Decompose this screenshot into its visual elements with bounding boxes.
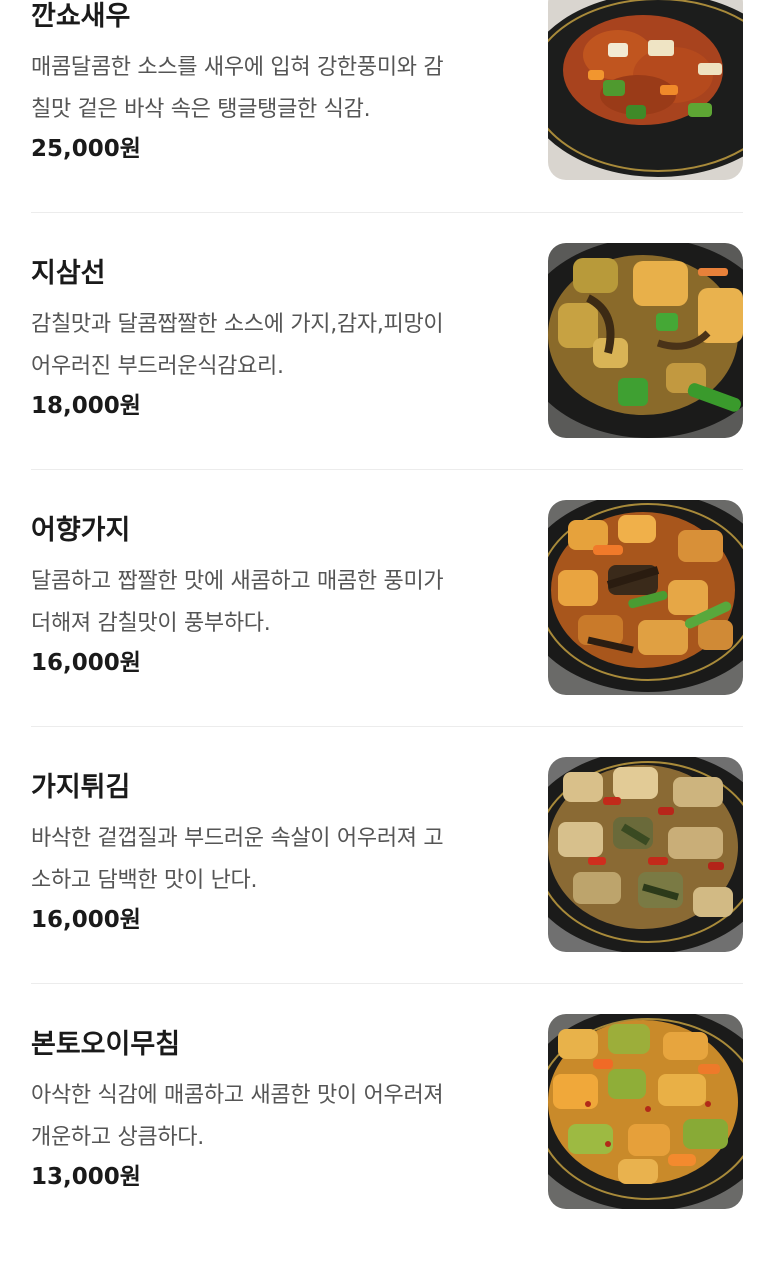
menu-item-price: 18,000원 (31, 393, 141, 419)
menu-item-description-line: 감칠맛과 달콤짭짤한 소스에 가지,감자,피망이 (31, 312, 444, 337)
menu-item-price: 25,000원 (31, 136, 141, 162)
menu-item-description: 바삭한 겉껍질과 부드러운 속살이 어우러져 고 소하고 담백한 맛이 난다. (31, 818, 526, 902)
divider (31, 469, 743, 470)
menu-item-eohyang-eggplant[interactable]: 어향가지 달콤하고 짭짤한 맛에 새콤하고 매콤한 풍미가 더해져 감칠맛이 풍… (0, 500, 773, 771)
menu-item-price: 16,000원 (31, 907, 141, 933)
menu-item-price: 16,000원 (31, 650, 141, 676)
menu-item-description: 아삭한 식감에 매콤하고 새콤한 맛이 어우러져 개운하고 상큼하다. (31, 1075, 526, 1159)
fried-eggplant-photo[interactable] (548, 757, 743, 952)
menu-item-description-line: 소하고 담백한 맛이 난다. (31, 868, 258, 893)
menu-item-description-line: 어우러진 부드러운식감요리. (31, 354, 284, 379)
menu-item-name: 어향가지 (31, 515, 131, 546)
menu-item-jisamseon[interactable]: 지삼선 감칠맛과 달콤짭짤한 소스에 가지,감자,피망이 어우러진 부드러운식감… (0, 243, 773, 514)
menu-item-description: 달콤하고 짭짤한 맛에 새콤하고 매콤한 풍미가 더해져 감칠맛이 풍부하다. (31, 561, 526, 645)
menu-item-price: 13,000원 (31, 1164, 141, 1190)
divider (31, 726, 743, 727)
menu-item-description-line: 매콤달콤한 소스를 새우에 입혀 강한풍미와 감 (31, 55, 444, 80)
menu-item-description: 감칠맛과 달콤짭짤한 소스에 가지,감자,피망이 어우러진 부드러운식감요리. (31, 304, 526, 388)
menu-item-fried-eggplant[interactable]: 가지튀김 바삭한 겉껍질과 부드러운 속살이 어우러져 고 소하고 담백한 맛이… (0, 757, 773, 1028)
menu-list: 깐쇼새우 매콤달콤한 소스를 새우에 입혀 강한풍미와 감 칠맛 겉은 바삭 속… (0, 0, 773, 1239)
eohyang-eggplant-photo[interactable] (548, 500, 743, 695)
cucumber-salad-photo[interactable] (548, 1014, 743, 1209)
menu-item-name: 본토오이무침 (31, 1029, 181, 1060)
menu-item-name: 지삼선 (31, 258, 106, 289)
jisamseon-photo[interactable] (548, 243, 743, 438)
menu-item-cucumber-salad[interactable]: 본토오이무침 아삭한 식감에 매콤하고 새콤한 맛이 어우러져 개운하고 상큼하… (0, 1014, 773, 1285)
menu-item-description-line: 아삭한 식감에 매콤하고 새콤한 맛이 어우러져 (31, 1083, 444, 1108)
divider (31, 983, 743, 984)
menu-item-name: 가지튀김 (31, 772, 131, 803)
menu-item-description-line: 바삭한 겉껍질과 부드러운 속살이 어우러져 고 (31, 826, 444, 851)
menu-item-description-line: 개운하고 상큼하다. (31, 1125, 204, 1150)
menu-item-kkanshao-shrimp[interactable]: 깐쇼새우 매콤달콤한 소스를 새우에 입혀 강한풍미와 감 칠맛 겉은 바삭 속… (0, 0, 773, 257)
kkanshao-shrimp-photo[interactable] (548, 0, 743, 180)
menu-item-name: 깐쇼새우 (31, 1, 131, 32)
divider (31, 212, 743, 213)
menu-item-description-line: 더해져 감칠맛이 풍부하다. (31, 611, 271, 636)
menu-item-description: 매콤달콤한 소스를 새우에 입혀 강한풍미와 감 칠맛 겉은 바삭 속은 탱글탱… (31, 47, 526, 131)
menu-item-description-line: 달콤하고 짭짤한 맛에 새콤하고 매콤한 풍미가 (31, 569, 444, 594)
menu-item-description-line: 칠맛 겉은 바삭 속은 탱글탱글한 식감. (31, 97, 371, 122)
